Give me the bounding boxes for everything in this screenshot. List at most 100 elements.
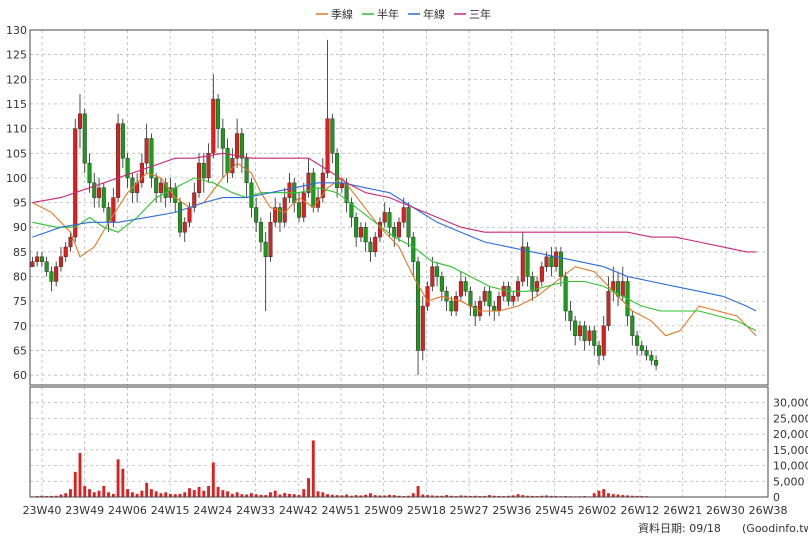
candle-body — [268, 222, 273, 258]
candle-body — [297, 202, 302, 218]
candle-body — [387, 212, 392, 228]
candle-body — [454, 296, 459, 312]
volume-bar — [207, 486, 210, 497]
candle-body — [239, 133, 244, 159]
candle-body — [254, 207, 259, 223]
source-label: (Goodinfo.tw) — [742, 522, 808, 535]
volume-bar — [149, 489, 153, 497]
volume-bar — [64, 493, 68, 497]
candle-body — [435, 266, 440, 277]
price-grid — [30, 29, 769, 385]
x-tick-label: 24W33 — [236, 504, 275, 517]
volume-tick-label: 5,000 — [773, 475, 805, 488]
candle-body — [539, 266, 544, 282]
candle-body — [606, 291, 611, 327]
candle-body — [506, 286, 511, 302]
x-tick-label: 24W15 — [151, 504, 190, 517]
candle-body — [225, 148, 230, 174]
candle-body — [44, 261, 49, 272]
volume-tick-label: 10,000 — [773, 460, 808, 473]
volume-bar — [121, 468, 125, 497]
candle-body — [130, 177, 135, 193]
candle-body — [439, 276, 444, 292]
legend-item-three-year: 三年 — [454, 7, 491, 21]
candle-body — [496, 296, 501, 312]
candle-body — [430, 266, 435, 287]
candle-body — [325, 118, 330, 174]
candle-body — [577, 325, 582, 336]
legend-label-half-year: 半年 — [377, 7, 399, 21]
candle-body — [425, 286, 430, 307]
volume-bar — [73, 471, 77, 497]
legend-item-half-year: 半年 — [362, 7, 399, 21]
candle-body — [120, 123, 125, 159]
legend-label-year: 年線 — [423, 7, 445, 21]
x-tick-label: 25W09 — [364, 504, 403, 517]
candle-body — [49, 271, 54, 282]
data-date-label: 資料日期: 09/18 — [638, 521, 721, 535]
candle-body — [230, 157, 235, 174]
candle-body — [416, 261, 421, 351]
candle-body — [39, 256, 44, 262]
candle-body — [216, 98, 221, 129]
candle-body — [396, 222, 402, 238]
candle-body — [635, 335, 640, 346]
candle-body — [301, 192, 306, 218]
candle-body — [468, 291, 473, 307]
volume-bar — [78, 453, 82, 497]
volume-bar — [607, 493, 610, 497]
volume-tick-label: 25,000 — [773, 412, 808, 425]
volume-bars — [30, 440, 649, 497]
candle-body — [73, 128, 78, 238]
legend: 季線 半年 年線 三年 — [316, 7, 491, 21]
candle-body — [97, 187, 102, 198]
price-tick-label: 60 — [13, 369, 27, 382]
volume-bar — [83, 486, 87, 497]
candle-body — [82, 113, 87, 164]
volume-grid — [30, 387, 769, 498]
volume-bar — [164, 492, 168, 497]
price-tick-label: 95 — [13, 197, 27, 210]
candle-body — [68, 236, 73, 248]
candle-body — [373, 236, 378, 253]
volume-bar — [145, 482, 149, 497]
volume-bar — [88, 489, 91, 497]
price-tick-label: 80 — [13, 271, 27, 284]
volume-bar — [159, 493, 163, 497]
legend-item-quarter: 季線 — [316, 7, 353, 21]
price-axis-ticks: 60 65 70 75 80 85 90 95 100 105 110 115 120 125 130 — [6, 24, 27, 382]
volume-bar — [202, 490, 206, 497]
candle-body — [177, 202, 182, 233]
volume-bar — [597, 490, 601, 497]
candle-body — [444, 291, 449, 302]
candle-body — [92, 182, 97, 198]
volume-bar — [302, 489, 306, 497]
volume-bar — [592, 493, 596, 497]
candle-body — [311, 172, 316, 208]
candle-body — [487, 291, 492, 307]
candle-body — [401, 207, 406, 223]
volume-bar — [92, 492, 96, 497]
candle-body — [568, 310, 573, 322]
candle-body — [511, 296, 516, 302]
candle-body — [501, 286, 506, 297]
price-tick-label: 125 — [6, 49, 27, 62]
price-tick-label: 65 — [13, 344, 27, 357]
price-tick-label: 120 — [6, 73, 27, 86]
candle-body — [358, 227, 363, 238]
volume-bar — [154, 491, 158, 497]
candle-body — [220, 128, 225, 149]
x-tick-label: 23W49 — [65, 504, 104, 517]
candle-body — [154, 177, 159, 193]
candle-body — [463, 281, 468, 292]
price-tick-label: 110 — [6, 123, 27, 136]
legend-item-year: 年線 — [408, 7, 445, 21]
candle-body — [258, 222, 263, 243]
volume-bar — [269, 492, 272, 497]
x-tick-label: 24W24 — [193, 504, 232, 517]
volume-bar — [183, 492, 187, 497]
volume-bar — [369, 493, 372, 497]
volume-bar — [321, 492, 325, 497]
x-tick-label: 23W40 — [23, 504, 62, 517]
candle-body — [411, 236, 416, 262]
